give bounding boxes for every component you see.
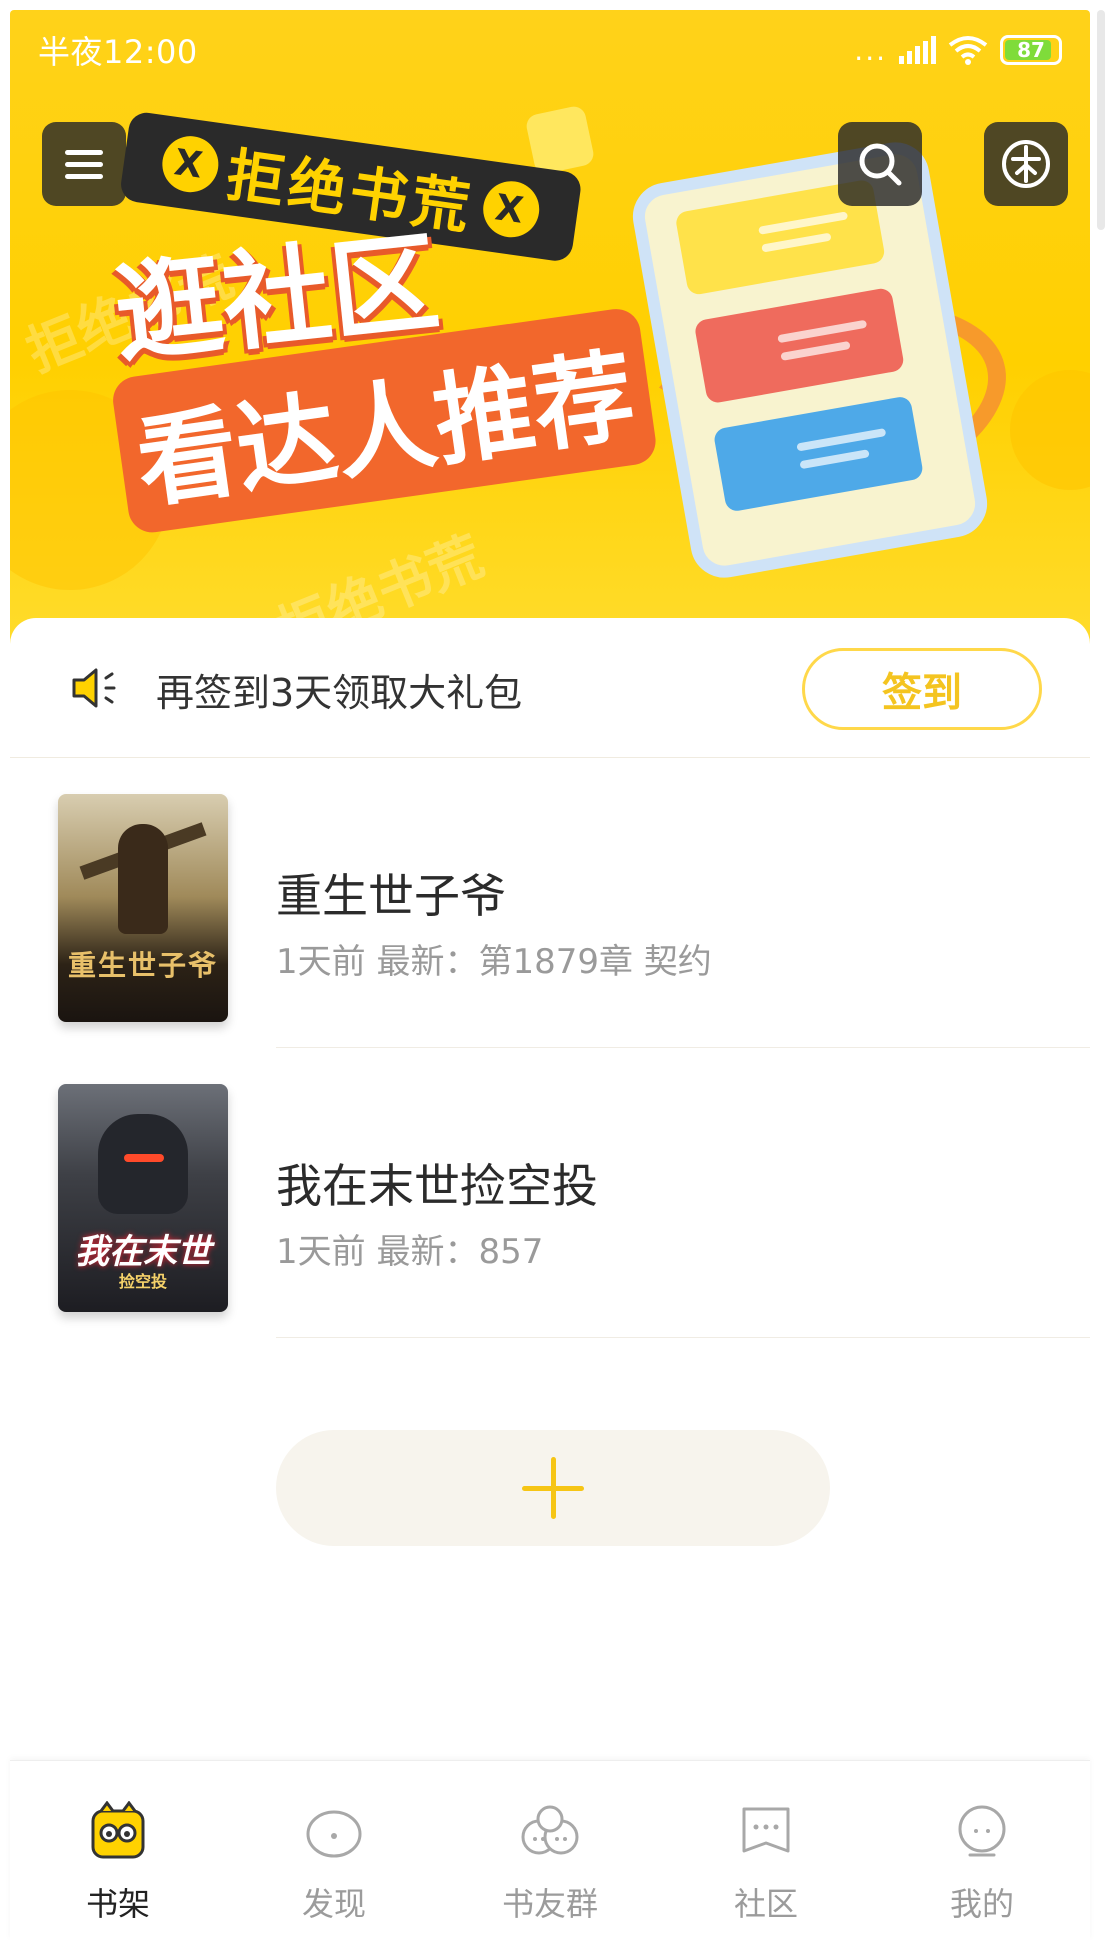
- decor-shape: [524, 104, 596, 176]
- x-badge-icon: X: [158, 132, 222, 196]
- nav-label: 社区: [733, 1885, 798, 1923]
- book-cover[interactable]: 重生世子爷: [58, 794, 228, 1022]
- plus-icon: [522, 1457, 584, 1519]
- cell-signal-icon: [899, 36, 936, 64]
- book-friends-icon: [515, 1797, 585, 1867]
- nav-item-community[interactable]: 社区: [658, 1761, 874, 1940]
- scrollbar[interactable]: [1097, 10, 1105, 230]
- decor-shape: [1010, 370, 1090, 490]
- status-bar: 半夜12:00 ... 87: [10, 10, 1090, 90]
- signin-message: 再签到3天领取大礼包: [156, 671, 523, 715]
- phone-illustration: [627, 136, 993, 584]
- bookshelf-icon: [83, 1797, 153, 1867]
- add-book-button[interactable]: [276, 1430, 830, 1546]
- nav-label: 书架: [85, 1885, 150, 1923]
- community-icon: [731, 1797, 801, 1867]
- book-title[interactable]: 重生世子爷: [276, 860, 506, 926]
- menu-button[interactable]: [42, 122, 126, 206]
- wifi-icon: [948, 36, 988, 65]
- menu-icon: [65, 143, 103, 186]
- nav-item-book-friends[interactable]: 书友群: [442, 1761, 658, 1940]
- bookshelf-panel: 再签到3天领取大礼包 签到 重生世子爷 重生世子爷 1天前 最新：第1879章 …: [10, 618, 1090, 1758]
- book-item[interactable]: 重生世子爷 重生世子爷 1天前 最新：第1879章 契约: [10, 758, 1090, 1048]
- nav-label: 我的: [949, 1885, 1014, 1923]
- book-title[interactable]: 我在末世捡空投: [276, 1150, 598, 1216]
- nav-item-discover[interactable]: 发现: [226, 1761, 442, 1940]
- bottom-nav: 书架 发现 书友群 社区 我的: [10, 1760, 1090, 1940]
- profile-icon: [947, 1797, 1017, 1867]
- status-icons: ... 87: [854, 34, 1062, 67]
- book-cover-subtitle: 捡空投: [118, 1272, 167, 1291]
- fortune-icon: [1002, 140, 1050, 188]
- book-item[interactable]: 我在末世 捡空投 我在末世捡空投 1天前 最新：857: [10, 1048, 1090, 1338]
- status-time: 半夜12:00: [38, 33, 198, 71]
- book-cover[interactable]: 我在末世 捡空投: [58, 1084, 228, 1312]
- fortune-button[interactable]: [984, 122, 1068, 206]
- x-badge-icon: X: [479, 177, 543, 241]
- nav-item-profile[interactable]: 我的: [874, 1761, 1090, 1940]
- search-button[interactable]: [838, 122, 922, 206]
- battery-icon: 87: [1000, 35, 1062, 65]
- signin-button[interactable]: 签到: [802, 648, 1042, 730]
- promo-banner[interactable]: 拒绝书荒 拒绝书荒 半夜12:00 ... 87 X 拒绝书荒 X 逛社区 看达…: [10, 10, 1090, 650]
- book-cover-title: 重生世子爷: [67, 949, 218, 982]
- battery-level: 87: [1017, 38, 1045, 62]
- book-update-info: 1天前 最新：第1879章 契约: [276, 942, 712, 982]
- signal-dots-icon: ...: [854, 33, 887, 67]
- divider: [276, 1337, 1090, 1338]
- nav-label: 书友群: [501, 1885, 598, 1923]
- search-icon: [859, 143, 902, 186]
- nav-label: 发现: [301, 1885, 366, 1923]
- discover-icon: [299, 1797, 369, 1867]
- book-cover-title: 我在末世: [75, 1232, 211, 1272]
- book-update-info: 1天前 最新：857: [276, 1232, 544, 1272]
- signin-bar: 再签到3天领取大礼包 签到: [10, 618, 1090, 758]
- nav-item-bookshelf[interactable]: 书架: [10, 1761, 226, 1940]
- speaker-icon: [72, 668, 116, 708]
